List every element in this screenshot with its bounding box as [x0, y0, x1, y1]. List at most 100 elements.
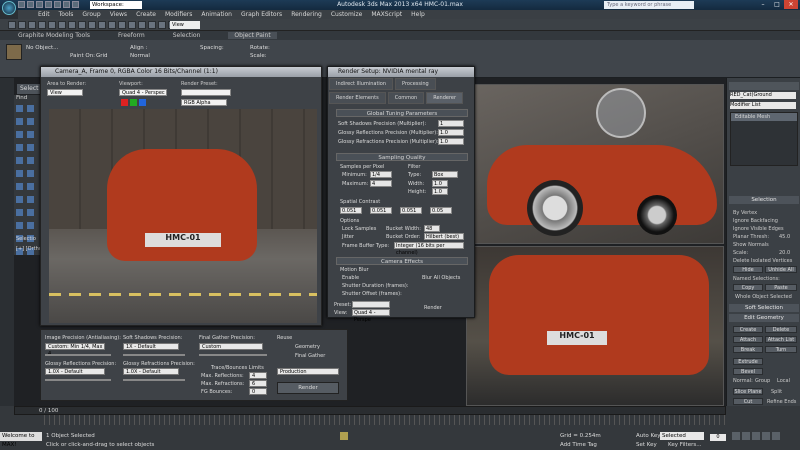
viewport-dropdown[interactable]: Quad 4 - Perspec	[119, 89, 167, 96]
soft-selection-header[interactable]: Soft Selection	[729, 304, 799, 312]
scene-explorer-tool-icon[interactable]	[16, 157, 23, 164]
menu-item-maxscript[interactable]: MAXScript	[371, 11, 402, 18]
scene-explorer-tool-icon[interactable]	[27, 222, 34, 229]
menu-item-create[interactable]: Create	[136, 11, 156, 18]
app-logo-icon[interactable]	[2, 1, 16, 15]
channel-dropdown[interactable]: RGB Alpha	[181, 99, 227, 106]
final-gather-slider[interactable]	[199, 354, 267, 356]
paint-on-value[interactable]: Grid	[96, 53, 108, 59]
reference-coord-dropdown[interactable]: View	[170, 21, 200, 29]
geometry-checkbox[interactable]: Geometry	[295, 344, 320, 350]
glossy-refr-value[interactable]: 1.0	[438, 138, 464, 145]
close-icon[interactable]: ✕	[784, 0, 798, 9]
menu-item-animation[interactable]: Animation	[201, 11, 232, 18]
blur-all-checkbox[interactable]: Blur All Objects	[422, 275, 460, 281]
enable-checkbox[interactable]: Enable	[342, 275, 359, 281]
menu-item-help[interactable]: Help	[411, 11, 425, 18]
scene-explorer-tool-icon[interactable]	[27, 118, 34, 125]
scene-explorer-tool-icon[interactable]	[27, 209, 34, 216]
extrude-button[interactable]: Extrude	[733, 358, 763, 365]
toolbar-tool-icon[interactable]	[98, 21, 106, 29]
search-input[interactable]: Type a keyword or phrase	[604, 1, 694, 9]
scene-explorer-tool-icon[interactable]	[16, 222, 23, 229]
glossy-refr-dropdown[interactable]: 1.0X - Default	[123, 368, 179, 375]
tab-indirect-illumination[interactable]: Indirect Illumination	[329, 78, 394, 90]
soft-shadows-dropdown[interactable]: 1X - Default	[123, 343, 179, 350]
auto-key-button[interactable]: Auto Key	[636, 433, 661, 439]
menu-item-group[interactable]: Group	[82, 11, 100, 18]
glossy-refr-slider[interactable]	[123, 379, 185, 381]
copy-button[interactable]: Copy	[733, 284, 763, 291]
toolbar-tool-icon[interactable]	[108, 21, 116, 29]
modifier-stack[interactable]: Editable Mesh	[730, 112, 798, 166]
render-preset-dropdown[interactable]	[181, 89, 231, 96]
toolbar-tool-icon[interactable]	[48, 21, 56, 29]
green-channel-icon[interactable]	[130, 99, 137, 106]
tab-render-elements[interactable]: Render Elements	[329, 92, 386, 104]
prev-frame-icon[interactable]	[742, 432, 750, 440]
contrast-g[interactable]: 0.051	[370, 207, 392, 214]
view-dropdown[interactable]: Quad 4 - Perspe	[352, 309, 390, 323]
mental-ray-quick-panel[interactable]: Image Precision (Antialiasing): Custom: …	[40, 329, 348, 401]
height-value[interactable]: 1.0	[432, 188, 448, 195]
toolbar-tool-icon[interactable]	[38, 21, 46, 29]
key-mode-dropdown[interactable]: Selected	[660, 432, 704, 440]
tab-renderer[interactable]: Renderer	[426, 92, 464, 104]
toolbar-tool-icon[interactable]	[18, 21, 26, 29]
current-frame-field[interactable]: 0	[710, 434, 726, 441]
delete-isolated-checkbox[interactable]: Delete Isolated Vertices	[733, 258, 792, 264]
scene-explorer-tool-icon[interactable]	[16, 144, 23, 151]
toolbar-tool-icon[interactable]	[158, 21, 166, 29]
glossy-refl-slider[interactable]	[45, 379, 111, 381]
glossy-refl-value[interactable]: 1.0	[438, 129, 464, 136]
toolbar-tool-icon[interactable]	[88, 21, 96, 29]
delete-button[interactable]: Delete	[765, 326, 797, 333]
toolbar-tool-icon[interactable]	[58, 21, 66, 29]
toolbar-tool-icon[interactable]	[148, 21, 156, 29]
maxscript-listener[interactable]: Welcome to MAX!	[0, 432, 42, 448]
preset-dropdown[interactable]	[352, 301, 390, 308]
scene-explorer-tool-icon[interactable]	[16, 196, 23, 203]
split-checkbox[interactable]: Split	[771, 389, 782, 395]
menu-item-customize[interactable]: Customize	[331, 11, 363, 18]
scene-explorer-tool-icon[interactable]	[27, 144, 34, 151]
soft-shadow-value[interactable]: 1	[438, 120, 464, 127]
cut-button[interactable]: Cut	[733, 398, 763, 405]
next-frame-icon[interactable]	[762, 432, 770, 440]
quick-render-button[interactable]: Render	[277, 382, 339, 394]
rendered-frame-window[interactable]: Camera_A, Frame 0, RGBA Color 16 Bits/Ch…	[40, 66, 322, 326]
paste-button[interactable]: Paste	[765, 284, 797, 291]
lock-samples-checkbox[interactable]: Lock Samples	[342, 226, 376, 232]
slice-plane-button[interactable]: Slice Plane	[733, 388, 763, 395]
menu-item-tools[interactable]: Tools	[59, 11, 74, 18]
align-value[interactable]: Normal	[130, 53, 150, 59]
play-icon[interactable]	[752, 432, 760, 440]
key-filters-button[interactable]: Key Filters...	[668, 442, 701, 448]
toolbar-tool-icon[interactable]	[128, 21, 136, 29]
contrast-a[interactable]: 0.05	[430, 207, 452, 214]
viewport-perspective[interactable]: HMC-01	[466, 246, 724, 406]
scene-explorer-tool-icon[interactable]	[16, 183, 23, 190]
scene-explorer-tool-icon[interactable]	[16, 118, 23, 125]
menu-item-rendering[interactable]: Rendering	[291, 11, 322, 18]
fg-bounces-value[interactable]: 0	[249, 388, 267, 395]
local-radio[interactable]: Local	[777, 378, 790, 384]
show-normals-checkbox[interactable]: Show Normals	[733, 242, 769, 248]
scene-explorer-tool-icon[interactable]	[27, 170, 34, 177]
refine-ends-checkbox[interactable]: Refine Ends	[767, 399, 796, 405]
time-slider[interactable]: 0 / 100	[14, 406, 726, 415]
maximum-value[interactable]: 4	[370, 180, 392, 187]
image-precision-slider[interactable]	[45, 354, 111, 356]
scene-explorer-tool-icon[interactable]	[16, 209, 23, 216]
bucket-order-value[interactable]: Hilbert (best)	[424, 233, 464, 240]
tab-graphite-modeling-tools[interactable]: Graphite Modeling Tools	[18, 32, 90, 39]
paint-brush-icon[interactable]	[6, 44, 22, 60]
blue-channel-icon[interactable]	[139, 99, 146, 106]
scene-explorer-tool-icon[interactable]	[27, 196, 34, 203]
type-value[interactable]: Box	[432, 171, 458, 178]
lock-selection-icon[interactable]	[340, 432, 348, 440]
no-object-dropdown[interactable]: No Object...	[26, 45, 58, 51]
area-to-render-dropdown[interactable]: View	[47, 89, 83, 96]
selection-rollout-header[interactable]: Selection	[729, 196, 799, 204]
ignore-visible-edges-checkbox[interactable]: Ignore Visible Edges	[733, 226, 784, 232]
